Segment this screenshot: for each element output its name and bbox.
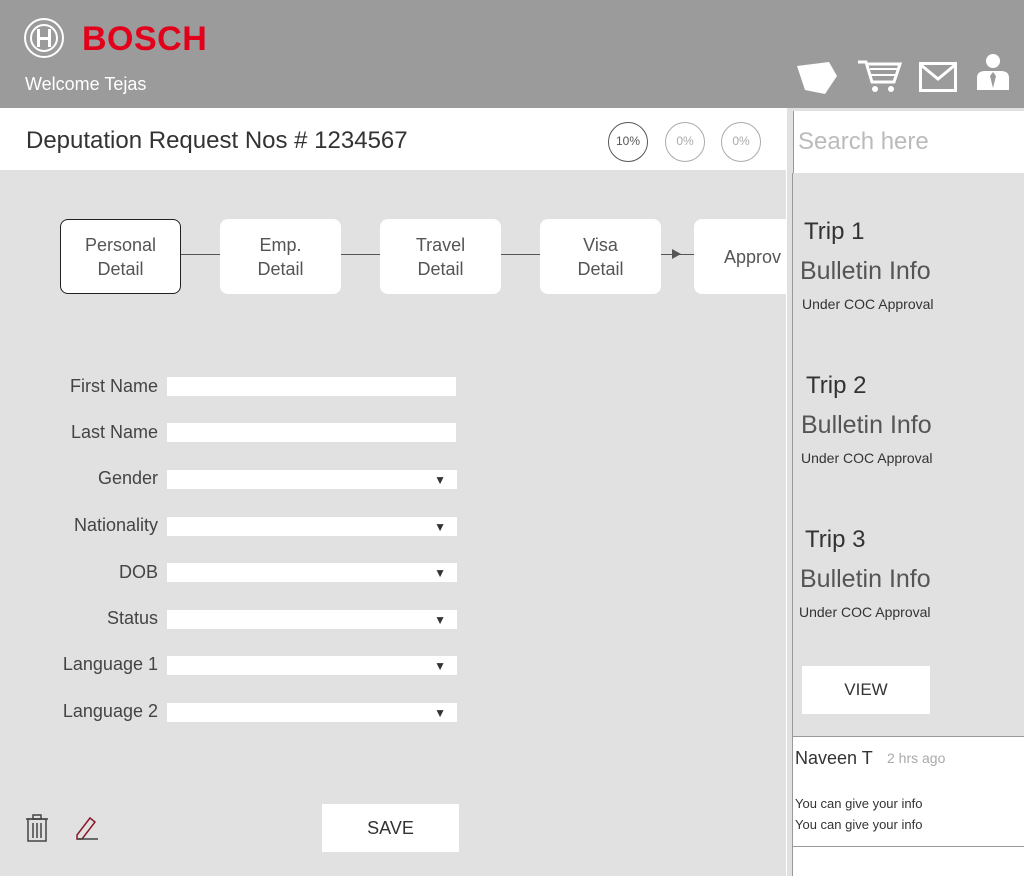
step-label: Detail [417,259,464,279]
search-box [793,111,1024,173]
app-header: BOSCH Welcome Tejas [0,0,1024,108]
chevron-down-icon: ▼ [434,473,446,487]
trip-title[interactable]: Trip 2 [806,372,866,400]
step-connector [501,254,540,255]
trip-bulletin: Bulletin Info [801,411,932,439]
comment-text: You can give your info [795,817,923,832]
step-label: Visa [583,235,618,255]
comment-text: You can give your info [795,796,923,811]
chevron-down-icon: ▼ [434,659,446,673]
cart-icon[interactable] [856,58,902,94]
step-label: Detail [97,259,144,279]
trip-title[interactable]: Trip 1 [804,218,864,246]
nationality-label: Nationality [73,515,158,535]
step-travel-detail[interactable]: Travel Detail [380,219,501,294]
reply-input[interactable] [793,846,1024,876]
language2-select[interactable]: ▼ [167,703,457,722]
step-arrow-icon [672,249,681,259]
gender-select[interactable]: ▼ [167,470,457,489]
step-approval[interactable]: Approv [694,219,786,294]
comment-card: Naveen T 2 hrs ago You can give your inf… [793,736,1024,846]
language1-select[interactable]: ▼ [167,656,457,675]
dob-label: DOB [118,562,158,582]
view-button[interactable]: VIEW [802,666,930,714]
trip-bulletin: Bulletin Info [800,565,931,593]
trip-bulletin: Bulletin Info [800,257,931,285]
save-button[interactable]: SAVE [322,804,459,852]
comment-time: 2 hrs ago [887,750,946,766]
step-visa-detail[interactable]: Visa Detail [540,219,661,294]
brand-name: BOSCH [82,20,208,58]
welcome-text: Welcome Tejas [25,74,147,94]
last-name-label: Last Name [70,422,158,442]
status-select[interactable]: ▼ [167,610,457,629]
chevron-down-icon: ▼ [434,613,446,627]
step-connector [181,254,220,255]
last-name-field[interactable] [167,423,456,442]
chevron-down-icon: ▼ [434,520,446,534]
trash-icon[interactable] [25,814,49,842]
mail-icon[interactable] [919,62,957,92]
progress-circle-2: 0% [665,122,705,162]
step-label: Detail [577,259,624,279]
bosch-logo-icon [24,18,64,58]
trip-status: Under COC Approval [802,296,934,312]
nationality-select[interactable]: ▼ [167,517,457,536]
step-emp-detail[interactable]: Emp. Detail [220,219,341,294]
pencil-icon[interactable] [74,815,100,841]
trip-status: Under COC Approval [799,604,931,620]
gender-label: Gender [97,468,158,488]
first-name-field[interactable] [167,377,456,396]
language2-label: Language 2 [62,701,158,721]
chevron-down-icon: ▼ [434,566,446,580]
search-input[interactable] [798,125,1018,159]
language1-label: Language 1 [62,654,158,674]
page-title: Deputation Request Nos # 1234567 [26,127,408,154]
step-label: Personal [84,235,157,255]
step-label: Detail [257,259,304,279]
tag-icon[interactable] [795,60,839,96]
user-icon[interactable] [975,52,1011,92]
chevron-down-icon: ▼ [434,706,446,720]
progress-circle-3: 0% [721,122,761,162]
step-personal-detail[interactable]: Personal Detail [60,219,181,294]
dob-select[interactable]: ▼ [167,563,457,582]
progress-circle-1: 10% [608,122,648,162]
comment-author: Naveen T [795,748,873,768]
step-label: Approv [724,247,782,267]
trip-status: Under COC Approval [801,450,933,466]
step-label: Emp. [259,235,302,255]
status-label: Status [106,608,158,628]
first-name-label: First Name [69,376,158,396]
step-connector [341,254,380,255]
title-bar: Deputation Request Nos # 1234567 10% 0% … [0,108,786,170]
step-label: Travel [415,235,466,255]
trip-title[interactable]: Trip 3 [805,526,865,554]
